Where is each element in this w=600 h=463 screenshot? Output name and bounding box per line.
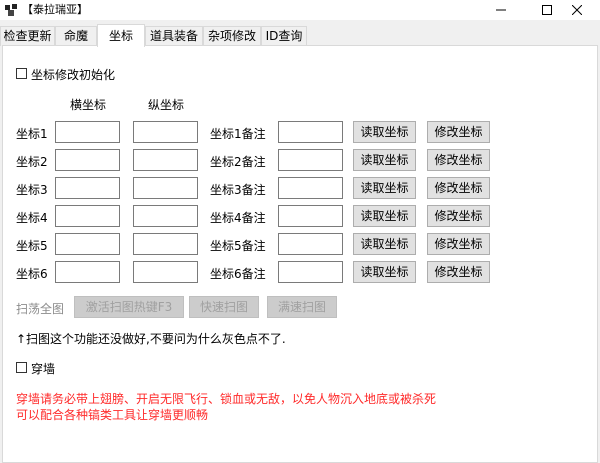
wall-clip-checkbox[interactable] bbox=[16, 362, 27, 373]
close-button[interactable] bbox=[554, 0, 600, 20]
x-coordinate-input[interactable] bbox=[55, 177, 120, 199]
note-label: 坐标3备注 bbox=[210, 183, 266, 197]
tab-hp-mana[interactable]: 命魔 bbox=[55, 26, 97, 46]
note-input[interactable] bbox=[278, 121, 343, 143]
scan-note: ↑扫图这个功能还没做好,不要问为什么灰色点不了. bbox=[16, 332, 286, 346]
row-label: 坐标4 bbox=[16, 211, 48, 225]
modify-coordinate-button[interactable]: 修改坐标 bbox=[427, 149, 490, 171]
coord-init-checkbox[interactable] bbox=[16, 68, 27, 79]
read-coordinate-button[interactable]: 读取坐标 bbox=[353, 261, 416, 283]
scan-hotkey-button[interactable]: 激活扫图热键F3 bbox=[74, 296, 184, 318]
read-coordinate-button[interactable]: 读取坐标 bbox=[353, 205, 416, 227]
note-label: 坐标1备注 bbox=[210, 127, 266, 141]
note-input[interactable] bbox=[278, 233, 343, 255]
y-coordinate-input[interactable] bbox=[133, 205, 198, 227]
read-coordinate-button[interactable]: 读取坐标 bbox=[353, 149, 416, 171]
row-label: 坐标1 bbox=[16, 127, 48, 141]
y-coordinate-input[interactable] bbox=[133, 233, 198, 255]
y-coordinate-input[interactable] bbox=[133, 149, 198, 171]
coord-init-label: 坐标修改初始化 bbox=[31, 68, 116, 82]
tab-id-lookup[interactable]: ID查询 bbox=[261, 26, 307, 46]
row-label: 坐标3 bbox=[16, 183, 48, 197]
x-coordinate-input[interactable] bbox=[55, 121, 120, 143]
x-coordinate-input[interactable] bbox=[55, 233, 120, 255]
note-label: 坐标4备注 bbox=[210, 211, 266, 225]
y-coordinate-input[interactable] bbox=[133, 121, 198, 143]
read-coordinate-button[interactable]: 读取坐标 bbox=[353, 233, 416, 255]
app-icon bbox=[4, 3, 18, 17]
note-input[interactable] bbox=[278, 149, 343, 171]
wall-clip-label: 穿墙 bbox=[31, 362, 56, 376]
modify-coordinate-button[interactable]: 修改坐标 bbox=[427, 205, 490, 227]
note-input[interactable] bbox=[278, 177, 343, 199]
tab-check-update[interactable]: 检查更新 bbox=[0, 26, 55, 46]
modify-coordinate-button[interactable]: 修改坐标 bbox=[427, 261, 490, 283]
tab-coordinates[interactable]: 坐标 bbox=[97, 24, 145, 47]
row-label: 坐标5 bbox=[16, 239, 48, 253]
window-title: 【泰拉瑞亚】 bbox=[22, 3, 88, 16]
tab-misc-mods[interactable]: 杂项修改 bbox=[203, 26, 261, 46]
quick-scan-button[interactable]: 快速扫图 bbox=[189, 296, 259, 318]
title-bar: 【泰拉瑞亚】 bbox=[0, 0, 600, 20]
close-icon bbox=[572, 5, 582, 15]
minimize-button[interactable] bbox=[478, 0, 524, 20]
maximize-icon bbox=[542, 5, 552, 15]
row-label: 坐标6 bbox=[16, 267, 48, 281]
x-coordinate-input[interactable] bbox=[55, 149, 120, 171]
modify-coordinate-button[interactable]: 修改坐标 bbox=[427, 177, 490, 199]
full-speed-scan-button[interactable]: 满速扫图 bbox=[267, 296, 337, 318]
tab-bar: 检查更新 命魔 坐标 道具装备 杂项修改 ID查询 bbox=[0, 24, 600, 47]
header-y-coordinate: 纵坐标 bbox=[148, 98, 185, 112]
x-coordinate-input[interactable] bbox=[55, 205, 120, 227]
tab-items-equipment[interactable]: 道具装备 bbox=[145, 26, 203, 46]
y-coordinate-input[interactable] bbox=[133, 177, 198, 199]
note-input[interactable] bbox=[278, 205, 343, 227]
header-x-coordinate: 横坐标 bbox=[70, 98, 107, 112]
scan-map-label: 扫荡全图 bbox=[16, 302, 65, 316]
wall-clip-warning-line2: 可以配合各种镐类工具让穿墙更顺畅 bbox=[16, 408, 209, 422]
x-coordinate-input[interactable] bbox=[55, 261, 120, 283]
read-coordinate-button[interactable]: 读取坐标 bbox=[353, 121, 416, 143]
read-coordinate-button[interactable]: 读取坐标 bbox=[353, 177, 416, 199]
note-label: 坐标5备注 bbox=[210, 239, 266, 253]
row-label: 坐标2 bbox=[16, 155, 48, 169]
note-label: 坐标6备注 bbox=[210, 267, 266, 281]
minimize-icon bbox=[496, 9, 506, 11]
note-input[interactable] bbox=[278, 261, 343, 283]
note-label: 坐标2备注 bbox=[210, 155, 266, 169]
modify-coordinate-button[interactable]: 修改坐标 bbox=[427, 233, 490, 255]
modify-coordinate-button[interactable]: 修改坐标 bbox=[427, 121, 490, 143]
y-coordinate-input[interactable] bbox=[133, 261, 198, 283]
wall-clip-warning-line1: 穿墙请务必带上翅膀、开启无限飞行、锁血或无敌，以免人物沉入地底或被杀死 bbox=[16, 392, 437, 406]
